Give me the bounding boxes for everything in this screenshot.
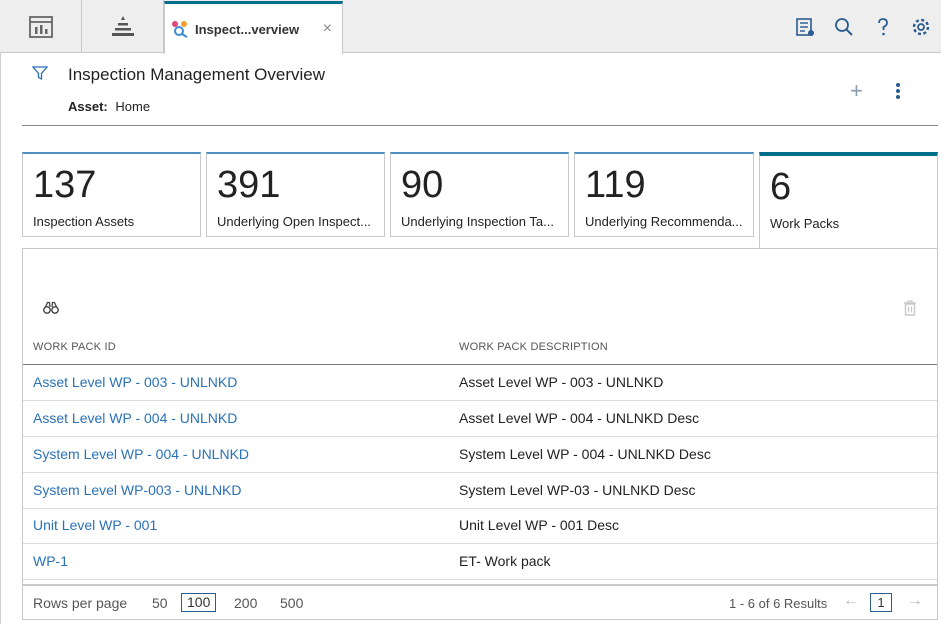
tile-value: 90 bbox=[401, 164, 444, 206]
table-row: Unit Level WP - 001 Unit Level WP - 001 … bbox=[23, 508, 937, 544]
left-border bbox=[0, 53, 1, 624]
next-page-icon[interactable]: → bbox=[907, 592, 923, 610]
column-header-description[interactable]: WORK PACK DESCRIPTION bbox=[459, 341, 608, 353]
work-pack-description: Asset Level WP - 004 - UNLNKD Desc bbox=[459, 410, 700, 426]
work-pack-id-link[interactable]: Unit Level WP - 001 bbox=[33, 517, 157, 533]
tile-label: Underlying Recommenda... bbox=[585, 214, 743, 229]
hierarchy-icon bbox=[111, 15, 134, 36]
inspection-icon bbox=[172, 21, 188, 38]
tile-value: 391 bbox=[217, 164, 281, 206]
gear-icon[interactable] bbox=[910, 16, 932, 38]
results-count: 1 - 6 of 6 Results bbox=[729, 596, 828, 611]
top-tab-bar: Inspect...verview × bbox=[0, 0, 941, 54]
tile-label: Underlying Open Inspect... bbox=[217, 214, 371, 229]
work-pack-description: Asset Level WP - 003 - UNLNKD bbox=[459, 374, 664, 390]
dashboard-icon bbox=[28, 15, 53, 38]
rows-option-200[interactable]: 200 bbox=[234, 595, 257, 611]
page-header: Inspection Management Overview Asset: Ho… bbox=[22, 53, 938, 126]
column-header-id[interactable]: WORK PACK ID bbox=[33, 341, 116, 353]
table-row: System Level WP - 004 - UNLNKD System Le… bbox=[23, 437, 937, 473]
work-pack-description: System Level WP-03 - UNLNKD Desc bbox=[459, 482, 696, 498]
work-pack-description: ET- Work pack bbox=[459, 553, 551, 569]
tile-recommendations[interactable]: 119 Underlying Recommenda... bbox=[574, 152, 754, 237]
tile-inspection-assets[interactable]: 137 Inspection Assets bbox=[22, 152, 201, 237]
rows-option-50[interactable]: 50 bbox=[152, 595, 168, 611]
work-pack-id-link[interactable]: WP-1 bbox=[33, 553, 68, 569]
pagination-footer: Rows per page 50 100 200 500 1 - 6 of 6 … bbox=[23, 584, 937, 620]
help-icon[interactable] bbox=[872, 16, 894, 38]
asset-label: Asset: bbox=[68, 99, 108, 114]
tab-inspection-overview[interactable]: Inspect...verview × bbox=[164, 1, 343, 54]
tile-label: Work Packs bbox=[770, 216, 840, 231]
work-pack-id-link[interactable]: System Level WP - 004 - UNLNKD bbox=[33, 446, 249, 462]
more-options-icon[interactable] bbox=[896, 83, 902, 101]
rows-per-page-label: Rows per page bbox=[33, 595, 128, 611]
work-pack-description: System Level WP - 004 - UNLNKD Desc bbox=[459, 446, 711, 462]
filter-icon[interactable] bbox=[31, 65, 49, 86]
work-pack-id-link[interactable]: Asset Level WP - 003 - UNLNKD bbox=[33, 374, 237, 390]
trash-icon[interactable] bbox=[903, 300, 917, 321]
rows-option-100[interactable]: 100 bbox=[181, 593, 217, 612]
tile-label: Inspection Assets bbox=[33, 214, 135, 229]
asset-value: Home bbox=[115, 99, 151, 114]
rows-option-500[interactable]: 500 bbox=[280, 595, 303, 611]
table-row: WP-1 ET- Work pack bbox=[23, 544, 937, 580]
tile-work-packs[interactable]: 6 Work Packs bbox=[759, 152, 938, 249]
tile-value: 137 bbox=[33, 164, 97, 206]
work-pack-description: Unit Level WP - 001 Desc bbox=[459, 517, 620, 533]
table-row: Asset Level WP - 003 - UNLNKD Asset Leve… bbox=[23, 365, 937, 401]
tile-value: 6 bbox=[770, 166, 792, 208]
checklist-icon[interactable] bbox=[794, 16, 816, 38]
work-pack-id-link[interactable]: System Level WP-003 - UNLNKD bbox=[33, 482, 242, 498]
tile-label: Underlying Inspection Ta... bbox=[401, 214, 554, 229]
tab-title: Inspect...verview bbox=[195, 21, 300, 37]
work-pack-id-link[interactable]: Asset Level WP - 004 - UNLNKD bbox=[33, 410, 237, 426]
table-row: System Level WP-003 - UNLNKD System Leve… bbox=[23, 473, 937, 509]
table-row: Asset Level WP - 004 - UNLNKD Asset Leve… bbox=[23, 401, 937, 437]
search-icon[interactable] bbox=[833, 16, 855, 38]
page-title: Inspection Management Overview bbox=[68, 65, 326, 84]
asset-context: Asset: Home bbox=[68, 99, 150, 114]
tile-inspection-tasks[interactable]: 90 Underlying Inspection Ta... bbox=[390, 152, 569, 237]
prev-page-icon[interactable]: ← bbox=[843, 592, 859, 610]
tile-open-inspections[interactable]: 391 Underlying Open Inspect... bbox=[206, 152, 385, 237]
binoculars-icon[interactable] bbox=[43, 301, 59, 320]
work-packs-panel: WORK PACK ID WORK PACK DESCRIPTION Asset… bbox=[22, 248, 938, 620]
asset-hierarchy-button[interactable] bbox=[82, 0, 164, 53]
tile-value: 119 bbox=[585, 164, 646, 206]
add-button[interactable]: + bbox=[850, 78, 863, 104]
close-tab-icon[interactable]: × bbox=[323, 20, 332, 38]
dashboard-button[interactable] bbox=[0, 0, 82, 53]
page-number[interactable]: 1 bbox=[870, 593, 892, 612]
